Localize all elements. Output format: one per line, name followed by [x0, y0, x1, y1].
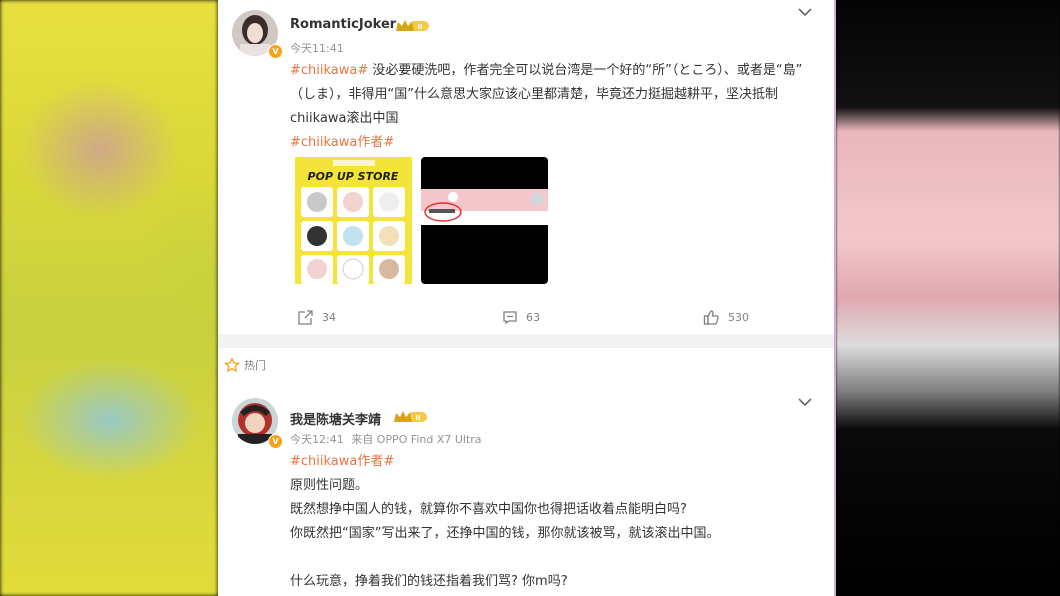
post-time-1: 今天11:41: [290, 42, 344, 55]
comment-text-line-3: 你既然把“国家”写出来了，还挣中国的钱，那你就该被骂，就该滚出中国。: [290, 526, 720, 541]
blurred-background-left: [0, 0, 218, 596]
attached-image-screenshot[interactable]: [421, 157, 548, 284]
username-2[interactable]: 我是陈塘关李靖: [290, 409, 381, 428]
star-icon: [224, 357, 240, 372]
post-source: 来自 OPPO Find X7 Ultra: [351, 433, 482, 446]
thumbs-up-icon: [703, 310, 719, 325]
comment-button[interactable]: 63: [502, 309, 540, 325]
blurred-background-right: [836, 0, 1060, 596]
member-crown-badge-icon: II: [394, 411, 427, 422]
svg-text:II: II: [417, 23, 422, 31]
comment-icon: [503, 311, 517, 325]
hot-label: 热门: [244, 359, 266, 372]
hashtag-link[interactable]: #chiikawa作者#: [290, 131, 394, 150]
comment-text: 没必要硬洗吧，作者完全可以说台湾是一个好的“所”（ところ）、或者是“島”: [368, 63, 803, 78]
hashtag-link[interactable]: #chiikawa#: [290, 63, 368, 78]
username-1[interactable]: RomanticJoker: [290, 17, 396, 32]
chevron-down-icon[interactable]: [797, 397, 813, 407]
comment-count: 63: [526, 310, 540, 324]
like-button[interactable]: 530: [703, 309, 749, 326]
comment-card-1: V RomanticJoker II 今天11:41 #chiikawa# 没必…: [218, 0, 834, 334]
window-edge-divider: [834, 0, 836, 596]
attached-image-popup-store[interactable]: POP UP STORE: [295, 157, 412, 284]
comment-text-line-4: 什么玩意，挣着我们的钱还指着我们骂? 你m吗?: [290, 574, 568, 589]
image-title-text: POP UP STORE: [308, 170, 399, 183]
svg-text:II: II: [415, 414, 420, 422]
post-time-2: 今天12:41: [290, 433, 344, 446]
like-count: 530: [728, 311, 749, 324]
member-crown-badge-icon: II: [396, 20, 429, 31]
chevron-down-icon[interactable]: [797, 7, 813, 17]
comment-text-line-1: 原则性问题。: [290, 478, 369, 493]
verified-badge-icon: V: [268, 434, 283, 449]
repost-icon: [298, 310, 313, 325]
post-meta-2: 今天12:41 来自 OPPO Find X7 Ultra: [290, 431, 482, 447]
verified-badge-icon: V: [268, 44, 283, 59]
hashtag-link[interactable]: #chiikawa作者#: [290, 450, 394, 469]
section-divider: [218, 334, 834, 348]
hot-section-header: 热门: [224, 357, 266, 373]
comment-text-line-3: chiikawa滚出中国: [290, 111, 399, 126]
comment-card-2: V 我是陈塘关李靖 II 今天12:41 来自 OPPO Find X7 Ult…: [218, 390, 834, 596]
repost-count: 34: [322, 311, 336, 324]
repost-button[interactable]: 34: [297, 309, 336, 326]
comment-text-line-1: #chiikawa# 没必要硬洗吧，作者完全可以说台湾是一个好的“所”（ところ）…: [290, 59, 802, 78]
weibo-comment-feed[interactable]: V RomanticJoker II 今天11:41 #chiikawa# 没必…: [218, 0, 834, 596]
comment-text-line-2: （しま），非得用“国”什么意思大家应该心里都清楚，毕竟还力挺掘越耕平，坚决抵制: [290, 87, 778, 102]
comment-text-line-2: 既然想挣中国人的钱，就算你不喜欢中国你也得把话收着点能明白吗?: [290, 502, 687, 517]
